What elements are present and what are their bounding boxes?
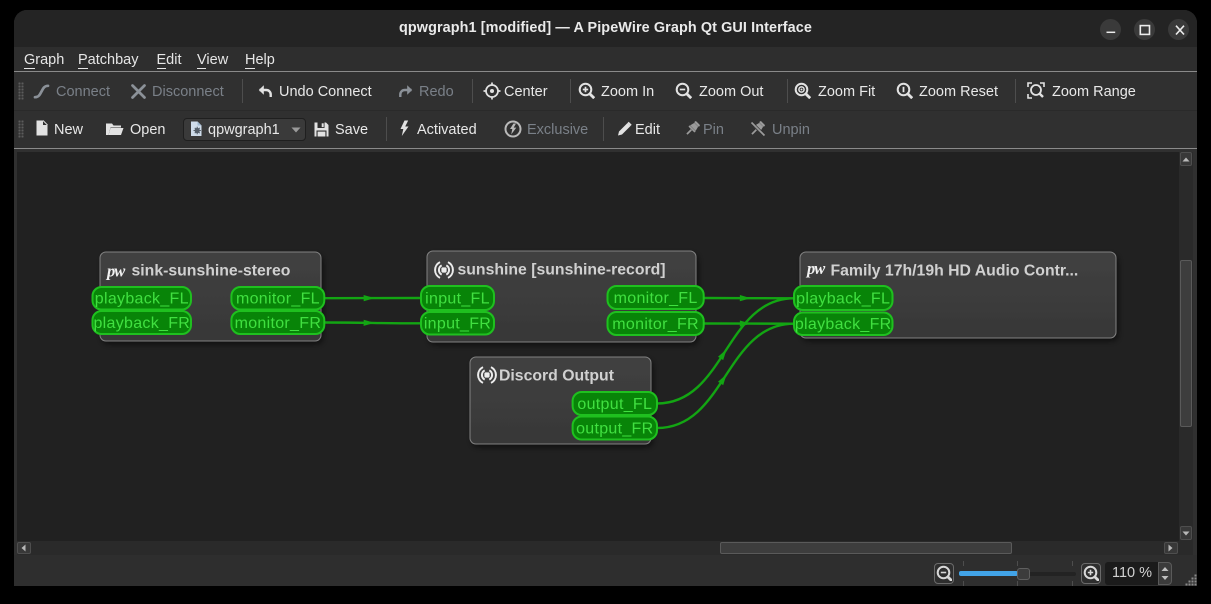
svg-text:monitor_FR: monitor_FR — [235, 315, 322, 332]
svg-text:input_FL: input_FL — [425, 290, 490, 307]
svg-text:Family 17h/19h HD Audio Contr.: Family 17h/19h HD Audio Contr... — [831, 263, 1079, 280]
svg-text:input_FR: input_FR — [424, 316, 491, 333]
svg-text:monitor_FL: monitor_FL — [236, 291, 320, 308]
svg-text:sink-sunshine-stereo: sink-sunshine-stereo — [132, 263, 291, 280]
svg-text:monitor_FL: monitor_FL — [614, 290, 698, 307]
svg-text:playback_FL: playback_FL — [796, 290, 890, 307]
svg-text:playback_FL: playback_FL — [95, 291, 189, 308]
svg-text:monitor_FR: monitor_FR — [612, 316, 699, 333]
svg-text:playback_FR: playback_FR — [795, 316, 892, 333]
svg-text:pw: pw — [105, 262, 126, 281]
svg-text:playback_FR: playback_FR — [93, 315, 190, 332]
svg-text:pw: pw — [805, 259, 826, 278]
svg-text:output_FR: output_FR — [576, 420, 653, 437]
svg-text:Discord Output: Discord Output — [499, 368, 615, 385]
svg-text:sunshine [sunshine-record]: sunshine [sunshine-record] — [458, 262, 666, 279]
svg-text:output_FL: output_FL — [577, 396, 652, 413]
